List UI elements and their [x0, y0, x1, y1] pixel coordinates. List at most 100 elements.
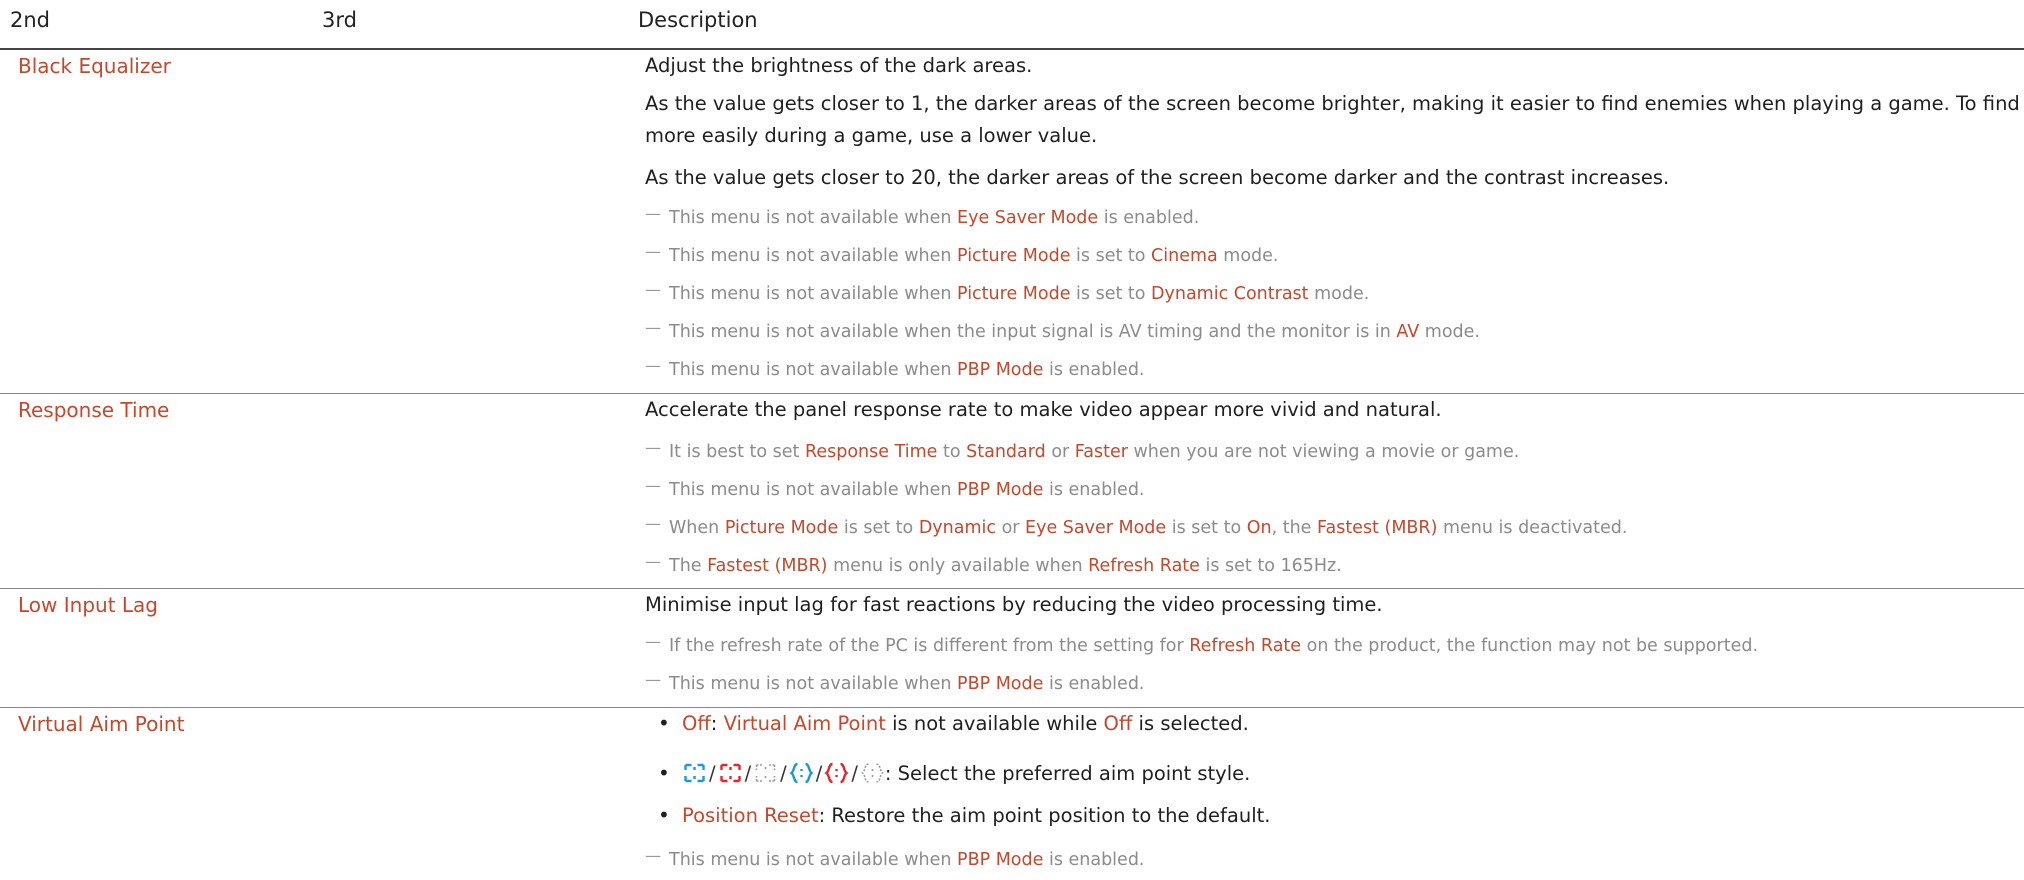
text-segment: This menu is not available when the inpu… [669, 322, 1397, 342]
text-segment: This menu is not available when [669, 246, 958, 266]
row-divider [0, 393, 2024, 394]
text-segment: mode. [1217, 246, 1279, 266]
highlighted-term: Eye Saver Mode [1025, 518, 1167, 538]
highlighted-term: PBP Mode [957, 850, 1044, 870]
aim-style-2-red-icon [719, 763, 741, 783]
row-name-virtual-aim-point: Virtual Aim Point [18, 712, 185, 736]
aim-style-5-red-icon [824, 762, 849, 784]
bullet-dot: • [658, 761, 670, 785]
text-segment: This menu is not available when [669, 674, 958, 694]
highlighted-term: Eye Saver Mode [957, 208, 1099, 228]
highlighted-term: Fastest (MBR) [707, 556, 828, 576]
highlighted-term: Refresh Rate [1189, 636, 1302, 656]
text-segment: is set to [1070, 246, 1152, 266]
note-line: This menu is not available when Picture … [645, 242, 1279, 266]
description-line: more easily during a game, use a lower v… [645, 124, 1098, 147]
text-segment: when you are not viewing a movie or game… [1127, 442, 1520, 462]
aim-style-3-gray-icon [755, 764, 776, 782]
text-segment: mode. [1308, 284, 1370, 304]
aim-style-1-cyan-icon [684, 763, 705, 783]
highlighted-term: On [1246, 518, 1272, 538]
note-line: This menu is not available when PBP Mode… [645, 670, 1145, 694]
text-segment: is enabled. [1098, 208, 1200, 228]
highlighted-term: Picture Mode [724, 518, 839, 538]
row-divider [0, 588, 2024, 589]
text-segment: This menu is not available when [669, 850, 958, 870]
text-segment: is enabled. [1043, 360, 1145, 380]
highlighted-term: Picture Mode [957, 284, 1071, 304]
text-segment: on the product, the function may not be … [1301, 636, 1759, 656]
highlighted-term: PBP Mode [957, 480, 1044, 500]
highlighted-term: Fastest (MBR) [1317, 518, 1438, 538]
text-segment: When [669, 518, 725, 538]
row-name-response-time: Response Time [18, 398, 170, 422]
text-segment: is enabled. [1043, 480, 1145, 500]
highlighted-term: Faster [1074, 442, 1128, 462]
bullet-item-aim-styles: / / / / /: Select the preferred aim point st… [682, 762, 1250, 785]
slash-separator: / [709, 762, 716, 785]
row-name-black-equalizer: Black Equalizer [18, 54, 171, 78]
aim-style-4-cyan-icon [789, 762, 814, 784]
text-segment: : Restore the aim point position to the … [818, 804, 1271, 827]
text-segment: is selected. [1132, 712, 1249, 735]
text-segment: This menu is not available when [669, 208, 958, 228]
highlighted-term: Virtual Aim Point [723, 712, 886, 735]
column-header-2nd: 2nd [10, 8, 51, 32]
aim-style-text: : Select the preferred aim point style. [885, 762, 1250, 785]
highlighted-term: Dynamic Contrast [1151, 284, 1309, 304]
highlighted-term: PBP Mode [957, 360, 1044, 380]
text-segment: is set to [838, 518, 919, 538]
highlighted-term: Refresh Rate [1088, 556, 1200, 576]
note-line: When Picture Mode is set to Dynamic or E… [645, 514, 1627, 538]
text-segment: menu is deactivated. [1437, 518, 1628, 538]
note-line: If the refresh rate of the PC is differe… [645, 632, 1758, 656]
description-line: Accelerate the panel response rate to ma… [645, 398, 1442, 421]
note-line: This menu is not available when PBP Mode… [645, 846, 1145, 870]
slash-separator: / [851, 762, 858, 785]
text-segment: is enabled. [1043, 850, 1145, 870]
note-line: This menu is not available when PBP Mode… [645, 476, 1145, 500]
text-segment: This menu is not available when [669, 284, 958, 304]
slash-separator: / [744, 762, 752, 785]
highlighted-term: Dynamic [918, 518, 996, 538]
text-segment: This menu is not available when [669, 360, 958, 380]
text-segment: , the [1271, 518, 1318, 538]
text-segment: is set to [1070, 284, 1152, 304]
text-segment: : [710, 712, 724, 735]
text-segment: to [937, 442, 967, 462]
highlighted-term: Response Time [804, 442, 938, 462]
column-header-3rd: 3rd [322, 8, 357, 32]
highlighted-term: Off [682, 712, 711, 735]
text-segment: If the refresh rate of the PC is differe… [669, 636, 1190, 656]
column-header-description: Description [638, 8, 758, 32]
text-segment: is set to 165Hz. [1199, 556, 1342, 576]
description-line: Adjust the brightness of the dark areas. [645, 54, 1033, 77]
description-line: As the value gets closer to 20, the dark… [645, 166, 1670, 189]
highlighted-term: AV [1396, 322, 1420, 342]
aim-style-icons: / / / / / [682, 762, 885, 785]
text-segment: is set to [1166, 518, 1247, 538]
highlighted-term: PBP Mode [957, 674, 1044, 694]
highlighted-term: Standard [966, 442, 1046, 462]
bullet-dot: • [658, 711, 670, 735]
text-segment: mode. [1419, 322, 1480, 342]
note-line: This menu is not available when PBP Mode… [645, 356, 1145, 380]
text-segment: The [669, 556, 708, 576]
aim-style-6-gray-icon [860, 763, 884, 783]
highlighted-term: Cinema [1151, 246, 1218, 266]
bullet-dot: • [658, 803, 670, 827]
text-segment: It is best to set [669, 442, 805, 462]
text-segment: This menu is not available when [669, 480, 958, 500]
description-line: Minimise input lag for fast reactions by… [645, 593, 1383, 616]
highlighted-term: Picture Mode [957, 246, 1071, 266]
text-segment: menu is only available when [827, 556, 1089, 576]
note-line: This menu is not available when Picture … [645, 280, 1369, 304]
note-line: This menu is not available when the inpu… [645, 318, 1480, 342]
highlighted-term: Off [1103, 712, 1133, 735]
note-line: This menu is not available when Eye Save… [645, 204, 1199, 228]
bullet-item: Off: Virtual Aim Point is not available … [682, 712, 1249, 735]
description-line: As the value gets closer to 1, the darke… [645, 92, 2024, 115]
bullet-item: Position Reset: Restore the aim point po… [682, 804, 1270, 827]
slash-separator: / [815, 762, 823, 785]
text-segment: or [1045, 442, 1075, 462]
